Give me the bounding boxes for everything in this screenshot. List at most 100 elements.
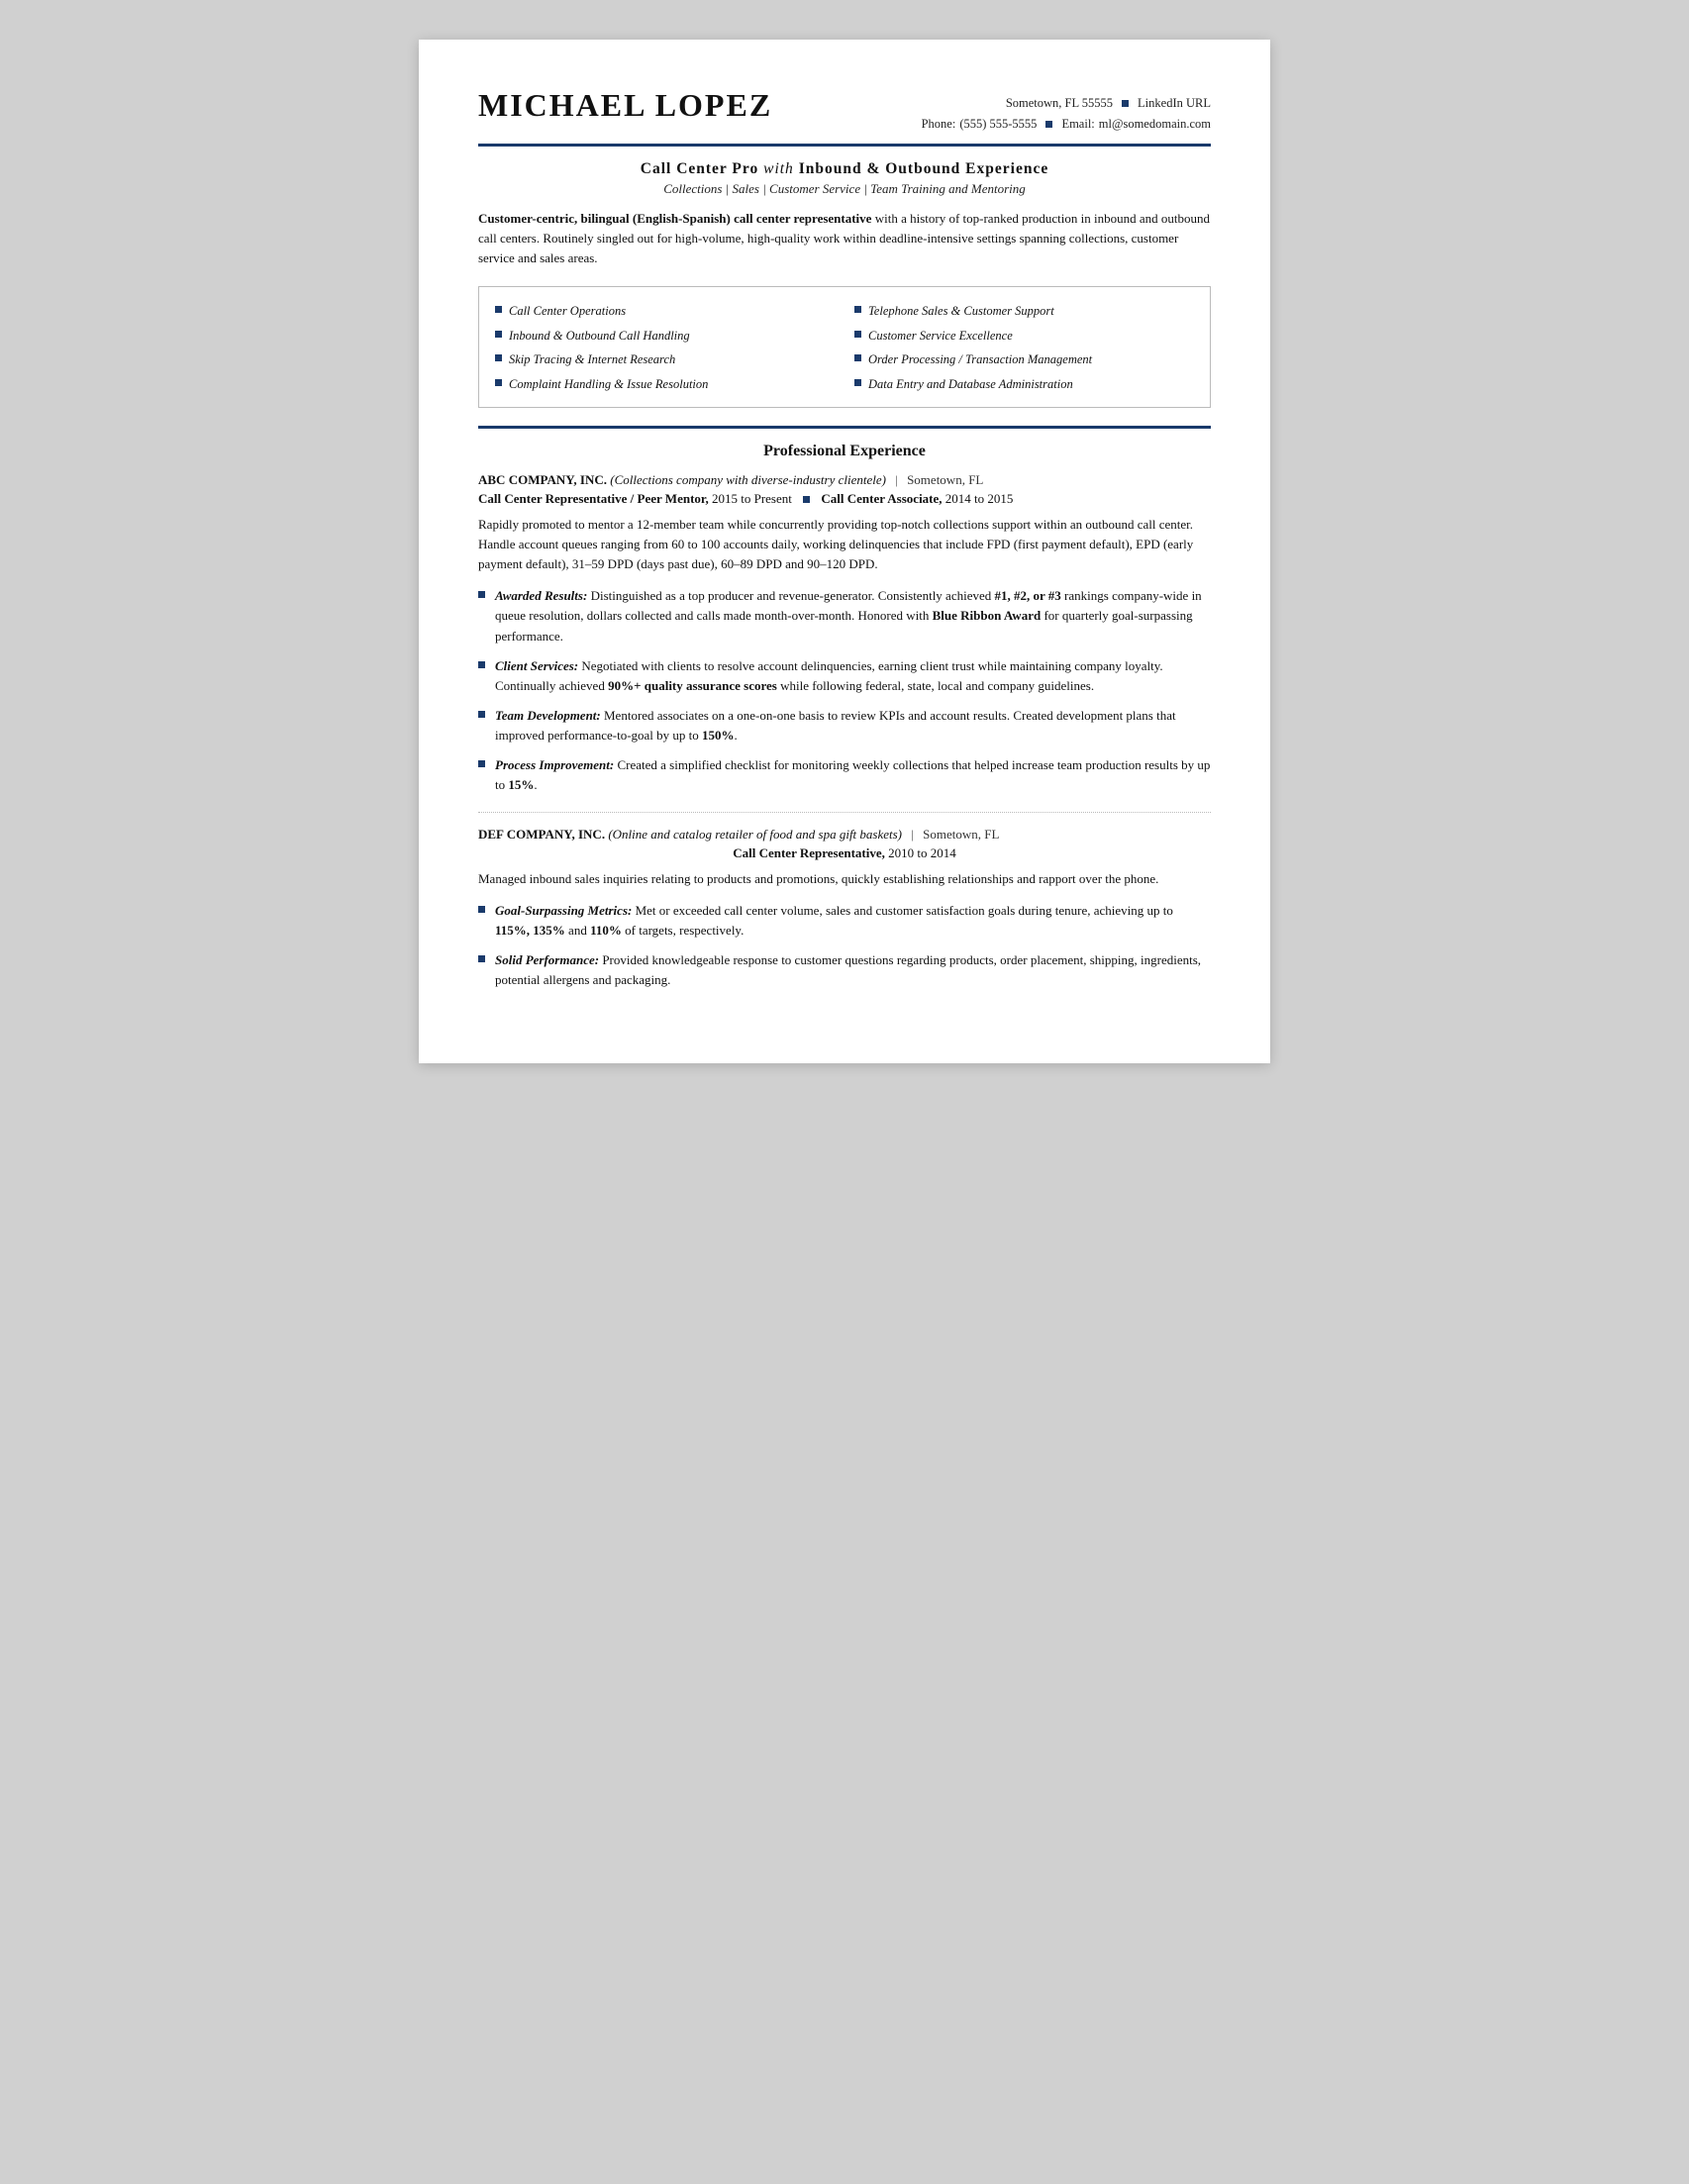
skill-label-8: Data Entry and Database Administration <box>868 375 1073 394</box>
bullet-item-abc-4: Process Improvement: Created a simplifie… <box>478 755 1211 795</box>
title-section: Call Center Pro with Inbound & Outbound … <box>478 160 1211 197</box>
company-location-def: Sometown, FL <box>923 827 999 842</box>
bullet-item-abc-3: Team Development: Mentored associates on… <box>478 706 1211 745</box>
skill-item-1: Call Center Operations <box>495 299 835 324</box>
bullet-bold-abc-4: Process Improvement: <box>495 757 614 772</box>
main-title: Call Center Pro with Inbound & Outbound … <box>478 160 1211 178</box>
job-dates-abc-1: 2015 to Present <box>712 491 792 506</box>
skills-box: Call Center Operations Inbound & Outboun… <box>478 286 1211 408</box>
phone-number: (555) 555-5555 <box>959 114 1037 135</box>
company-body-def: Managed inbound sales inquiries relating… <box>478 869 1211 889</box>
city-state: Sometown, FL 55555 <box>1006 93 1113 114</box>
contact-block: Sometown, FL 55555 LinkedIn URL Phone: (… <box>922 87 1211 136</box>
bullet-bold-abc-2: Client Services: <box>495 658 578 673</box>
contact-bullet-2 <box>1045 121 1052 128</box>
company-header-def: DEF COMPANY, INC. (Online and catalog re… <box>478 827 1211 843</box>
bullet-rest2-abc-2: while following federal, state, local an… <box>777 678 1094 693</box>
bullet-bold2-def-1: 115%, 135% <box>495 923 565 938</box>
bullet-rest3-def-1: of targets, respectively. <box>622 923 744 938</box>
bullet-list-abc: Awarded Results: Distinguished as a top … <box>478 586 1211 795</box>
sq-bullet-def-2 <box>478 955 485 962</box>
skill-label-2: Inbound & Outbound Call Handling <box>509 327 690 346</box>
sq-bullet-abc-4 <box>478 760 485 767</box>
job-title-abc-2: Call Center Associate, <box>821 491 942 506</box>
bullet-item-abc-2: Client Services: Negotiated with clients… <box>478 656 1211 696</box>
job-title-line-def: Call Center Representative, 2010 to 2014 <box>478 845 1211 861</box>
contact-line-1: Sometown, FL 55555 LinkedIn URL <box>922 93 1211 114</box>
skill-label-6: Customer Service Excellence <box>868 327 1013 346</box>
bullet-bold2-abc-2: 90%+ quality assurance scores <box>608 678 777 693</box>
company-name-abc: ABC COMPANY, INC. <box>478 472 607 487</box>
skills-left: Call Center Operations Inbound & Outboun… <box>495 299 835 397</box>
bullet-bold-def-2: Solid Performance: <box>495 952 599 967</box>
resume-document: Michael Lopez Sometown, FL 55555 LinkedI… <box>419 40 1270 1063</box>
header-divider <box>478 144 1211 147</box>
company-separator <box>478 812 1211 813</box>
skills-grid: Call Center Operations Inbound & Outboun… <box>495 299 1194 397</box>
bullet-item-def-1: Goal-Surpassing Metrics: Met or exceeded… <box>478 901 1211 941</box>
title-main2: Inbound & Outbound Experience <box>799 160 1049 177</box>
sq-bullet-abc-3 <box>478 711 485 718</box>
job-dates-def: 2010 to 2014 <box>888 845 956 860</box>
bullet-bold3-def-1: 110% <box>590 923 622 938</box>
company-desc-abc: (Collections company with diverse-indust… <box>610 472 886 487</box>
sq-bullet-def-1 <box>478 906 485 913</box>
sq-bullet-abc-1 <box>478 591 485 598</box>
professional-experience-header: Professional Experience <box>478 443 1211 460</box>
bullet-rest-def-2: Provided knowledgeable response to custo… <box>495 952 1201 987</box>
job-title-abc-1: Call Center Representative / Peer Mentor… <box>478 491 709 506</box>
skill-item-8: Data Entry and Database Administration <box>854 372 1194 397</box>
bullet-text-def-2: Solid Performance: Provided knowledgeabl… <box>495 950 1211 990</box>
bullet-bold2-abc-1: #1, #2, or #3 <box>995 588 1061 603</box>
skill-item-2: Inbound & Outbound Call Handling <box>495 324 835 348</box>
bullet-bold2-abc-4: 15% <box>508 777 534 792</box>
skill-item-5: Telephone Sales & Customer Support <box>854 299 1194 324</box>
bullet-item-abc-1: Awarded Results: Distinguished as a top … <box>478 586 1211 645</box>
bullet-item-def-2: Solid Performance: Provided knowledgeabl… <box>478 950 1211 990</box>
bullet-text-abc-2: Client Services: Negotiated with clients… <box>495 656 1211 696</box>
title-with: with <box>763 160 799 177</box>
bullet-text-abc-1: Awarded Results: Distinguished as a top … <box>495 586 1211 645</box>
skill-bullet-8 <box>854 379 861 386</box>
bullet-list-def: Goal-Surpassing Metrics: Met or exceeded… <box>478 901 1211 991</box>
company-location-abc: Sometown, FL <box>907 472 983 487</box>
bullet-rest2-def-1: and <box>565 923 590 938</box>
skill-label-5: Telephone Sales & Customer Support <box>868 302 1054 321</box>
skill-bullet-7 <box>854 354 861 361</box>
skill-item-6: Customer Service Excellence <box>854 324 1194 348</box>
job-dates-abc-2: 2014 to 2015 <box>945 491 1014 506</box>
name-block: Michael Lopez <box>478 87 772 124</box>
company-desc-def: (Online and catalog retailer of food and… <box>608 827 902 842</box>
skill-bullet-4 <box>495 379 502 386</box>
bullet-rest2-abc-3: . <box>735 728 738 743</box>
bullet-text-def-1: Goal-Surpassing Metrics: Met or exceeded… <box>495 901 1211 941</box>
company-header-abc: ABC COMPANY, INC. (Collections company w… <box>478 472 1211 488</box>
applicant-name: Michael Lopez <box>478 87 772 124</box>
company-desc-text-abc: (Collections company with diverse-indust… <box>610 472 886 487</box>
skill-label-4: Complaint Handling & Issue Resolution <box>509 375 708 394</box>
contact-line-2: Phone: (555) 555-5555 Email: ml@somedoma… <box>922 114 1211 135</box>
phone-label: Phone: <box>922 114 956 135</box>
bullet-text-abc-4: Process Improvement: Created a simplifie… <box>495 755 1211 795</box>
bullet-bold-def-1: Goal-Surpassing Metrics: <box>495 903 632 918</box>
header-section: Michael Lopez Sometown, FL 55555 LinkedI… <box>478 87 1211 136</box>
title-bullet-abc <box>803 496 810 503</box>
email-address: ml@somedomain.com <box>1099 114 1211 135</box>
skill-label-7: Order Processing / Transaction Managemen… <box>868 350 1092 369</box>
company-block-def: DEF COMPANY, INC. (Online and catalog re… <box>478 827 1211 991</box>
skill-item-3: Skip Tracing & Internet Research <box>495 347 835 372</box>
skills-right: Telephone Sales & Customer Support Custo… <box>854 299 1194 397</box>
bullet-text-abc-3: Team Development: Mentored associates on… <box>495 706 1211 745</box>
skill-bullet-1 <box>495 306 502 313</box>
bullet-bold-abc-1: Awarded Results: <box>495 588 587 603</box>
job-title-def: Call Center Representative, <box>733 845 885 860</box>
bullet-bold-abc-3: Team Development: <box>495 708 601 723</box>
company-block-abc: ABC COMPANY, INC. (Collections company w… <box>478 472 1211 796</box>
bullet-rest2-abc-4: . <box>534 777 537 792</box>
skills-divider <box>478 426 1211 429</box>
skill-bullet-6 <box>854 331 861 338</box>
title-with-text: with <box>763 160 794 177</box>
contact-bullet-1 <box>1122 100 1129 107</box>
bullet-rest-def-1: Met or exceeded call center volume, sale… <box>632 903 1173 918</box>
linkedin-url: LinkedIn URL <box>1138 93 1211 114</box>
